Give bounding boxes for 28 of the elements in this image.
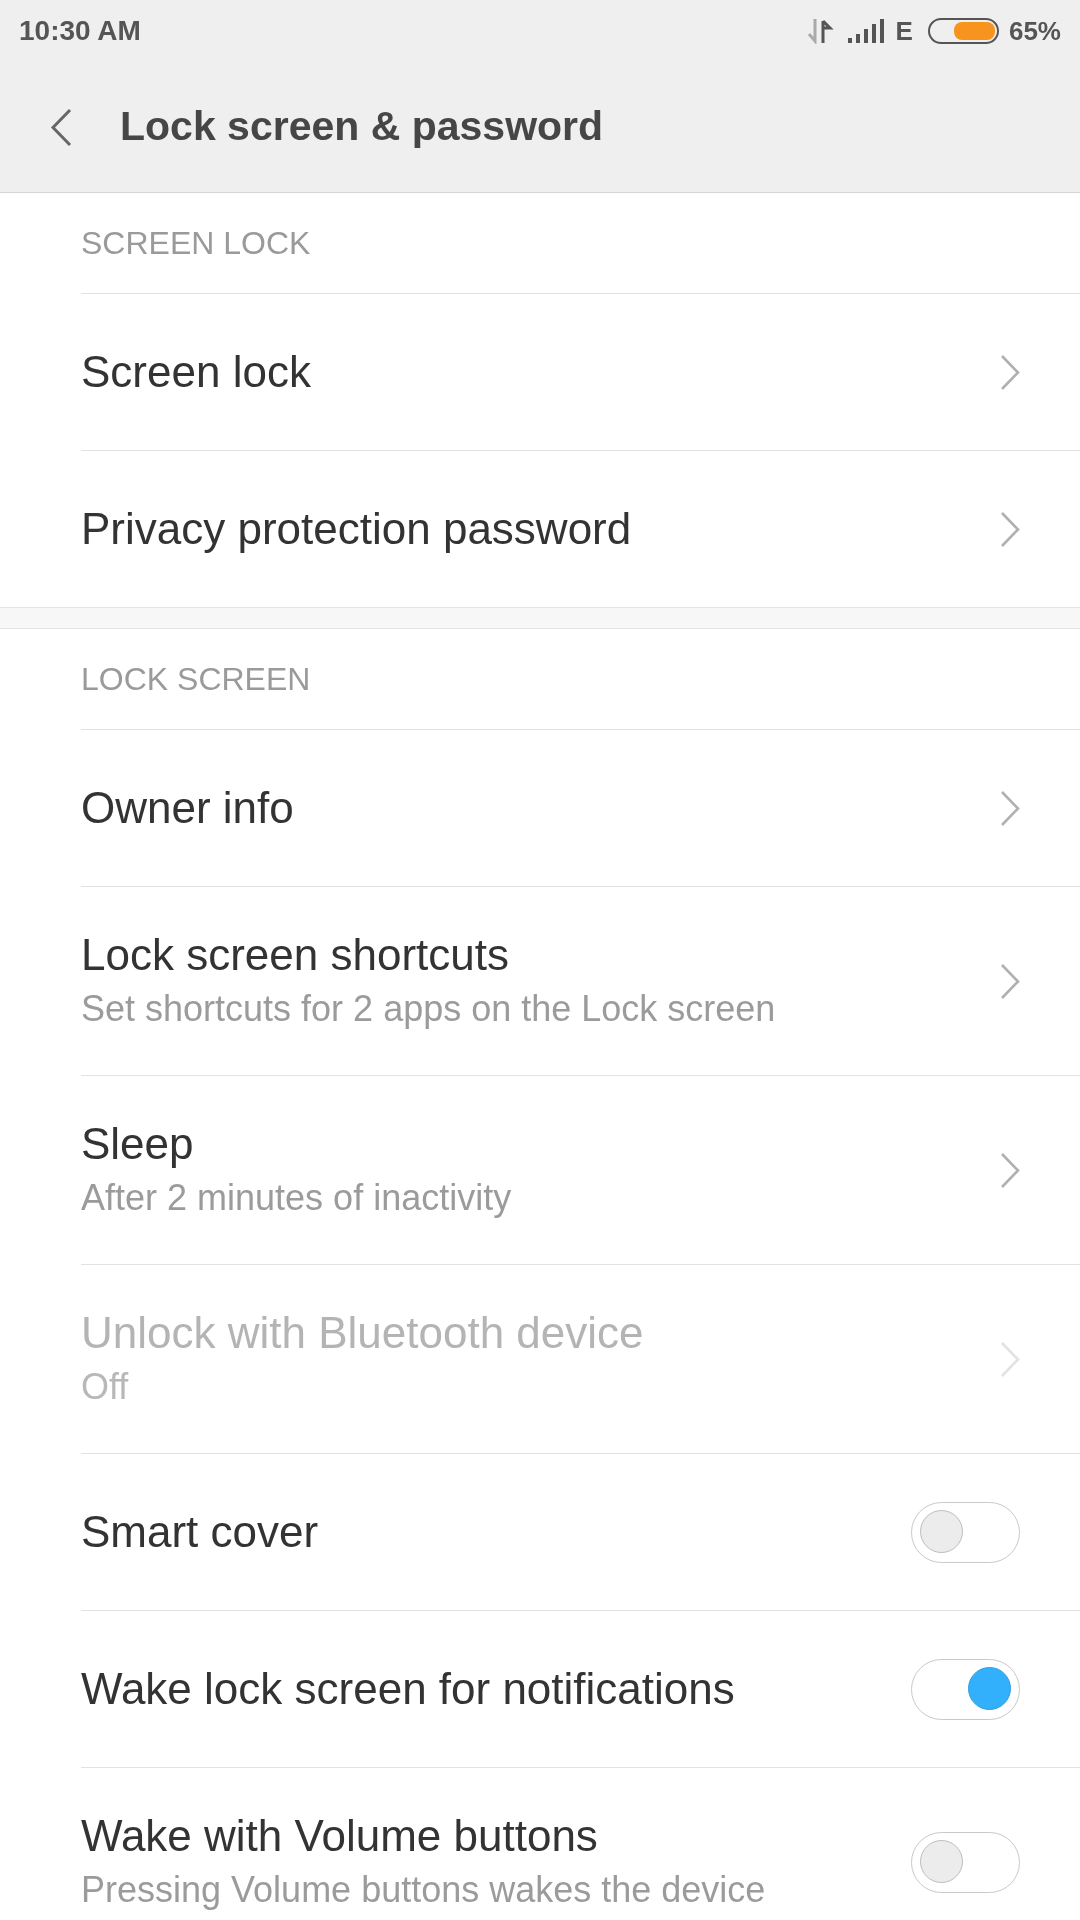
section-header: SCREEN LOCK bbox=[81, 223, 311, 263]
network-type: E bbox=[895, 18, 913, 44]
setting-title: Owner info bbox=[81, 782, 295, 834]
setting-title: Smart cover bbox=[81, 1506, 320, 1558]
section-header: LOCK SCREEN bbox=[81, 659, 311, 699]
setting-subtitle: After 2 minutes of inactivity bbox=[81, 1176, 513, 1220]
chevron-right-icon bbox=[1000, 962, 1020, 1000]
setting-subtitle: Off bbox=[81, 1365, 130, 1409]
chevron-right-icon bbox=[1000, 353, 1020, 391]
chevron-right-icon bbox=[1000, 1151, 1020, 1189]
page-title: Lock screen & password bbox=[120, 102, 604, 152]
battery-icon bbox=[927, 18, 999, 44]
status-time: 10:30 AM bbox=[19, 17, 142, 45]
setting-title: Wake lock screen for notifications bbox=[81, 1663, 736, 1715]
chevron-right-icon bbox=[1000, 510, 1020, 548]
setting-title: Lock screen shortcuts bbox=[81, 929, 510, 981]
setting-subtitle: Pressing Volume buttons wakes the device bbox=[81, 1868, 767, 1912]
chevron-right-icon bbox=[1000, 1340, 1020, 1378]
setting-subtitle: Set shortcuts for 2 apps on the Lock screen bbox=[81, 987, 777, 1031]
setting-title: Privacy protection password bbox=[81, 503, 633, 555]
setting-title: Wake with Volume buttons bbox=[81, 1810, 599, 1862]
setting-title: Sleep bbox=[81, 1118, 195, 1170]
chevron-right-icon bbox=[1000, 789, 1020, 827]
signal-icon bbox=[847, 19, 885, 43]
setting-title: Screen lock bbox=[81, 346, 312, 398]
back-icon bbox=[50, 107, 72, 147]
setting-title: Unlock with Bluetooth device bbox=[81, 1307, 645, 1359]
battery-percent: 65% bbox=[1008, 18, 1061, 44]
